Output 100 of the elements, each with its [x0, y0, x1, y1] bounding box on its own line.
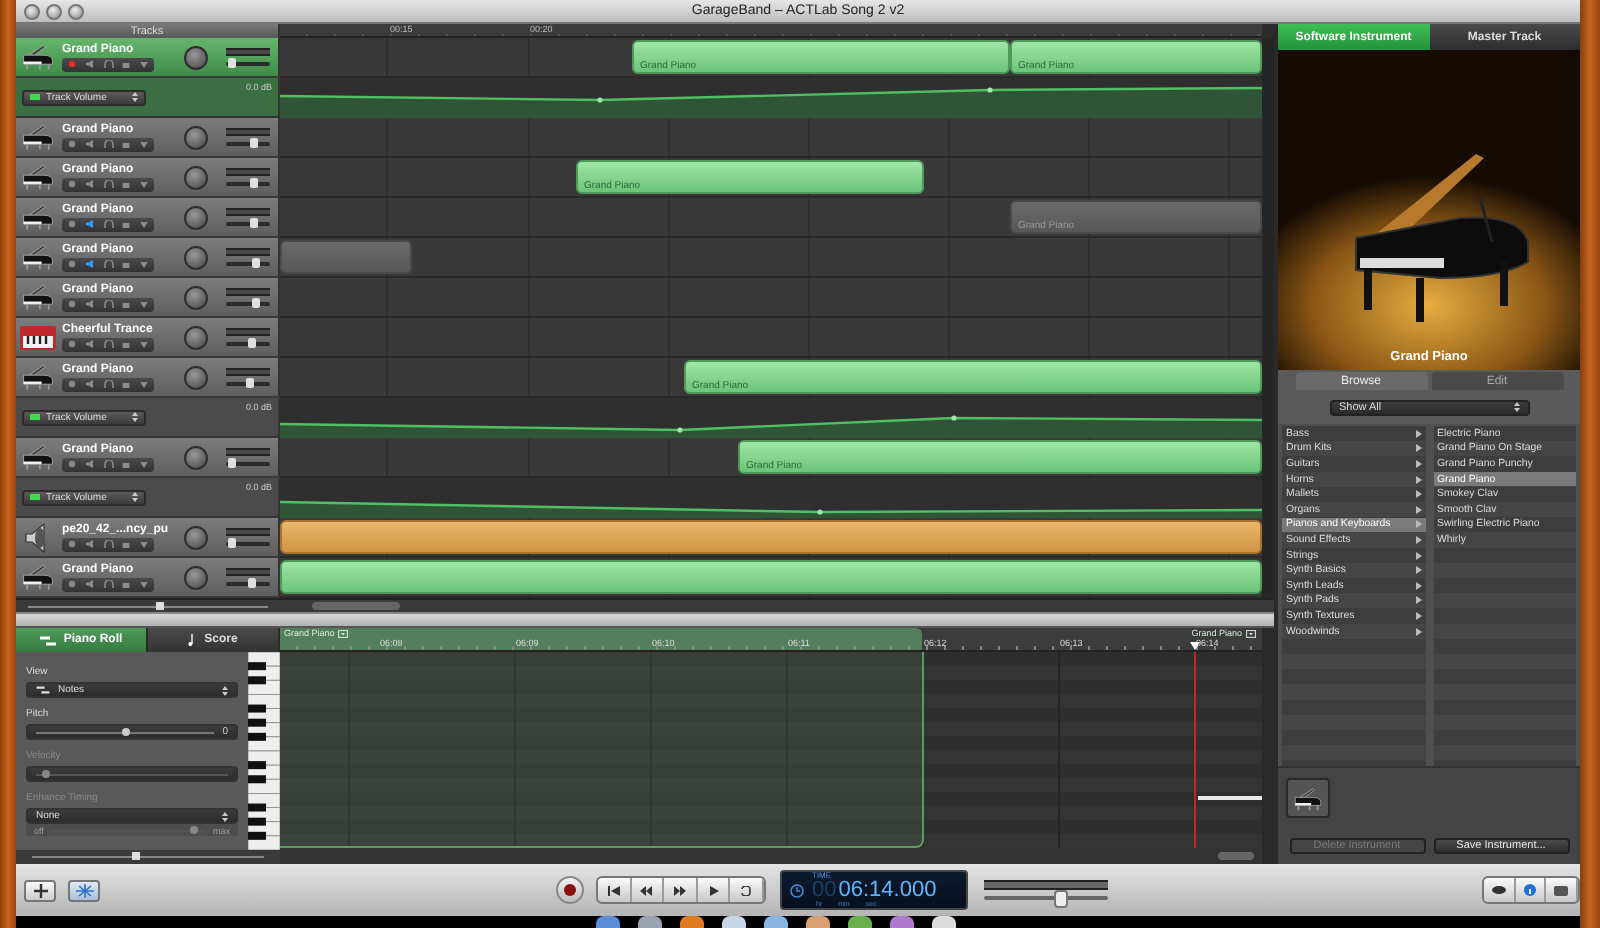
- slider-thumb[interactable]: [1054, 890, 1069, 908]
- solo-button[interactable]: [98, 297, 118, 311]
- enable-toggle[interactable]: [30, 94, 40, 100]
- record-button[interactable]: [556, 876, 584, 904]
- volume-curve[interactable]: [280, 415, 1262, 438]
- speaker-icon: [85, 60, 94, 68]
- mute-button[interactable]: [80, 297, 99, 311]
- automation-lane[interactable]: [280, 78, 1262, 118]
- level-meter: [226, 328, 270, 336]
- mute-button[interactable]: [80, 137, 99, 151]
- slider-thumb[interactable]: [228, 458, 237, 468]
- pan-knob[interactable]: [184, 245, 208, 269]
- solo-button[interactable]: [98, 457, 118, 471]
- piano-icon: [20, 242, 56, 272]
- slider-thumb[interactable]: [246, 378, 255, 388]
- slider-thumb[interactable]: [248, 338, 257, 348]
- scroll-thumb[interactable]: [1218, 852, 1254, 860]
- pan-knob[interactable]: [184, 365, 208, 389]
- mute-button[interactable]: [80, 217, 99, 231]
- piano-icon: [20, 362, 56, 392]
- mute-button[interactable]: [80, 577, 99, 591]
- pan-knob[interactable]: [184, 285, 208, 309]
- piano-keyboard[interactable]: [248, 652, 280, 850]
- solo-button[interactable]: [98, 57, 118, 71]
- solo-button[interactable]: [98, 337, 118, 351]
- triangle-icon: [140, 261, 149, 267]
- mute-button[interactable]: [80, 257, 99, 271]
- triangle-icon: [140, 341, 149, 347]
- volume-curve[interactable]: [280, 86, 1262, 118]
- pan-knob[interactable]: [184, 445, 208, 469]
- mute-button[interactable]: [80, 457, 99, 471]
- level-meter: [226, 248, 270, 256]
- lock-icon: [122, 460, 131, 468]
- solo-button[interactable]: [98, 377, 118, 391]
- pan-knob[interactable]: [184, 525, 208, 549]
- level-meter: [226, 568, 270, 576]
- automation-lane[interactable]: [280, 398, 1262, 438]
- record-icon: [67, 380, 76, 388]
- instrument-icon-button[interactable]: [1286, 778, 1330, 818]
- volume-curve[interactable]: [280, 500, 1262, 518]
- piano-icon: [20, 42, 56, 72]
- lock-icon: [122, 220, 131, 228]
- solo-button[interactable]: [98, 177, 118, 191]
- mute-button[interactable]: [80, 377, 99, 391]
- headphones-icon: [103, 460, 113, 468]
- record-icon: [67, 220, 76, 228]
- vertical-scrollbar[interactable]: [1262, 628, 1274, 864]
- slider-thumb[interactable]: [250, 178, 259, 188]
- slider-thumb[interactable]: [252, 298, 261, 308]
- add-track-button[interactable]: [24, 879, 56, 901]
- pan-knob[interactable]: [184, 45, 208, 69]
- triangle-icon: [140, 61, 149, 67]
- enable-toggle[interactable]: [30, 414, 40, 420]
- solo-button[interactable]: [98, 577, 118, 591]
- slider-thumb[interactable]: [250, 138, 259, 148]
- pan-knob[interactable]: [184, 325, 208, 349]
- loop-browser-button[interactable]: [68, 879, 100, 901]
- pan-knob[interactable]: [184, 165, 208, 189]
- mute-button[interactable]: [80, 177, 99, 191]
- triangle-icon: [140, 541, 149, 547]
- scroll-thumb[interactable]: [312, 602, 400, 610]
- slider-thumb[interactable]: [121, 727, 130, 735]
- updown-arrow-icon: [222, 685, 228, 695]
- slider-thumb[interactable]: [228, 58, 237, 68]
- enable-toggle[interactable]: [30, 494, 40, 500]
- slider-thumb[interactable]: [228, 538, 237, 548]
- solo-button[interactable]: [98, 137, 118, 151]
- slider-thumb[interactable]: [156, 601, 164, 609]
- solo-button[interactable]: [98, 217, 118, 231]
- speaker-icon: [85, 580, 94, 588]
- zoom-button[interactable]: [68, 3, 84, 19]
- media-icon: [1554, 885, 1569, 895]
- slider-thumb[interactable]: [132, 852, 141, 860]
- pan-knob[interactable]: [184, 205, 208, 229]
- vertical-scrollbar[interactable]: [1262, 38, 1274, 598]
- triangle-icon: [140, 141, 149, 147]
- piano-icon: [20, 162, 56, 192]
- speaker-icon: [85, 180, 94, 188]
- updown-arrow-icon: [132, 412, 138, 422]
- mute-button[interactable]: [80, 57, 99, 71]
- minimize-button[interactable]: [46, 3, 62, 19]
- go-to-start-icon: [607, 885, 620, 895]
- pan-knob[interactable]: [184, 565, 208, 589]
- close-button[interactable]: [24, 3, 40, 19]
- slider-thumb[interactable]: [250, 218, 259, 228]
- updown-arrow-icon: [222, 811, 228, 821]
- automation-lane[interactable]: [280, 478, 1262, 518]
- clock-icon: [790, 883, 804, 897]
- pan-knob[interactable]: [184, 125, 208, 149]
- triangle-icon: [140, 581, 149, 587]
- solo-button[interactable]: [98, 537, 118, 551]
- solo-button[interactable]: [98, 257, 118, 271]
- mute-button[interactable]: [80, 537, 99, 551]
- level-meter: [226, 528, 270, 536]
- lock-icon: [122, 60, 131, 68]
- level-meter: [226, 288, 270, 296]
- slider-thumb[interactable]: [248, 578, 257, 588]
- piano-roll-icon: [39, 635, 56, 645]
- mute-button[interactable]: [80, 337, 99, 351]
- slider-thumb[interactable]: [252, 258, 261, 268]
